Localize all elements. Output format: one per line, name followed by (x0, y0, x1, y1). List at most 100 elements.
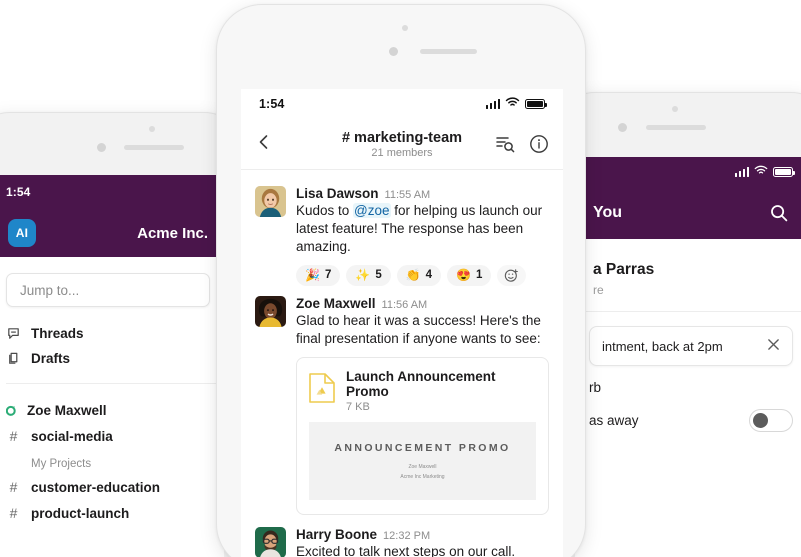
reaction-pill[interactable]: 🎉 7 (296, 264, 341, 286)
jump-to-input[interactable]: Jump to... (6, 273, 210, 307)
status-field-value: intment, back at 2pm (602, 338, 723, 354)
reaction-pill[interactable]: 👏 4 (396, 264, 442, 286)
reaction-emoji: 👏 (405, 268, 421, 283)
preview-title: ANNOUNCEMENT PROMO (334, 441, 511, 454)
battery-icon (525, 99, 548, 109)
channel-info-icon[interactable] (529, 134, 549, 154)
sidebar-item-zoe-maxwell[interactable]: z Zoe Maxwell (0, 398, 224, 423)
left-status-time: 1:54 (6, 185, 31, 199)
avatar[interactable] (255, 295, 286, 327)
file-size: 7 KB (346, 400, 370, 413)
avatar[interactable] (255, 186, 286, 217)
message-list: Lisa Dawson 11:55 AM Kudos to @zoe for h… (241, 170, 563, 557)
message-time: 12:32 PM (383, 529, 431, 542)
workspace-name: Acme Inc. (137, 224, 208, 242)
message-author[interactable]: Harry Boone (296, 527, 377, 542)
sensor-dot (149, 126, 155, 132)
message-item: Harry Boone 12:32 PM Excited to talk nex… (241, 519, 563, 557)
center-status-bar: 1:54 (241, 89, 563, 119)
status-icons (485, 97, 548, 111)
message-text: Glad to hear it was a success! Here's th… (296, 312, 541, 346)
right-page-title: You (593, 204, 623, 221)
profile-name: a Parras (593, 261, 655, 278)
sidebar-item-social-media[interactable]: # social-media (0, 423, 224, 449)
center-phone-device: 1:54 # marketing-team 21 members Lisa Da… (216, 4, 586, 557)
sidebar-item-customer-education[interactable]: # customer-education (0, 474, 224, 500)
user-mention[interactable]: @zoe (353, 203, 391, 218)
reaction-emoji: 😍 (456, 268, 472, 283)
screenshot-root: 1:54 AI Acme Inc. Jump to... Threads Dra… (0, 0, 801, 557)
message-body: Harry Boone 12:32 PM Excited to talk nex… (296, 527, 549, 557)
message-time: 11:55 AM (384, 189, 431, 201)
center-phone-screen: 1:54 # marketing-team 21 members Lisa Da… (241, 89, 563, 557)
file-attachment-card[interactable]: Launch Announcement Promo 7 KB ANNOUNCEM… (296, 356, 549, 515)
add-reaction-icon[interactable] (497, 264, 527, 286)
message-author[interactable]: Zoe Maxwell (296, 296, 376, 311)
speaker-grille (124, 145, 184, 150)
right-phone-screen: You a Parras re intment, back at 2pm rb … (575, 157, 801, 557)
slides-file-icon (309, 373, 335, 408)
message-item: Lisa Dawson 11:55 AM Kudos to @zoe for h… (241, 178, 563, 288)
drafts-icon (6, 351, 21, 366)
workspace-header: AI Acme Inc. (0, 209, 224, 257)
channel-search-icon[interactable] (495, 134, 515, 154)
reaction-count: 7 (324, 269, 332, 282)
battery-icon (773, 167, 796, 177)
signal-icon (734, 167, 749, 177)
divider (575, 311, 801, 312)
avatar[interactable] (255, 526, 286, 557)
camera-dot (389, 47, 398, 56)
speaker-grille (646, 125, 706, 130)
sidebar-item-threads[interactable]: Threads (0, 321, 224, 346)
signal-icon (485, 99, 500, 109)
status-field[interactable]: intment, back at 2pm (589, 326, 793, 366)
workspace-badge[interactable]: AI (8, 219, 36, 247)
hash-icon: # (9, 428, 18, 444)
message-author[interactable]: Lisa Dawson (296, 186, 379, 201)
file-preview[interactable]: ANNOUNCEMENT PROMO Zoe Maxwell Acme Inc … (309, 421, 536, 500)
jump-to-placeholder: Jump to... (20, 282, 80, 298)
profile-block: a Parras re (575, 239, 801, 311)
back-icon[interactable] (255, 133, 273, 156)
right-phone-header: You (575, 187, 801, 239)
sidebar-channels-section: z Zoe Maxwell # social-media My Projects… (0, 384, 224, 538)
sensor-dot (402, 25, 408, 31)
row-label: as away (589, 413, 639, 428)
speaker-grille (420, 49, 477, 54)
profile-subtitle: re (593, 283, 604, 297)
settings-row-notifications[interactable]: rb (575, 366, 801, 395)
threads-icon (6, 326, 21, 341)
sidebar-item-product-launch[interactable]: # product-launch (0, 500, 224, 526)
right-status-bar (575, 157, 801, 187)
sidebar-group-label: My Projects (31, 458, 92, 470)
reaction-emoji: 🎉 (305, 268, 320, 283)
wifi-icon (505, 97, 520, 111)
search-icon[interactable] (769, 203, 789, 223)
message-text: Kudos to @zoe for helping us launch our … (296, 202, 549, 256)
left-phone-screen: 1:54 AI Acme Inc. Jump to... Threads Dra… (0, 175, 224, 557)
file-attachment-meta: Launch Announcement Promo 7 KB (346, 369, 536, 413)
camera-dot (618, 123, 627, 132)
clear-icon[interactable] (767, 338, 780, 355)
reaction-pill[interactable]: 😍 1 (447, 264, 492, 286)
file-title: Launch Announcement Promo (346, 368, 496, 399)
row-label: rb (589, 380, 602, 395)
status-icons (734, 165, 796, 179)
sidebar-item-label: Threads (31, 326, 84, 341)
right-phone-device: You a Parras re intment, back at 2pm rb … (553, 92, 801, 557)
message-body: Lisa Dawson 11:55 AM Kudos to @zoe for h… (296, 186, 549, 286)
settings-row-set-away[interactable]: as away (575, 395, 801, 432)
message-body: Zoe Maxwell 11:56 AM Glad to hear it was… (296, 296, 549, 517)
sidebar-item-drafts[interactable]: Drafts (0, 346, 224, 371)
sidebar-item-label: product-launch (31, 505, 130, 521)
wifi-icon (754, 165, 768, 179)
message-item: Zoe Maxwell 11:56 AM Glad to hear it was… (241, 288, 563, 519)
reaction-count: 4 (425, 269, 433, 282)
away-toggle[interactable] (749, 409, 793, 432)
preview-subtitle-2: Acme Inc Marketing (400, 473, 445, 480)
message-text: Excited to talk next steps on our call. (296, 543, 516, 557)
header-actions (495, 134, 549, 154)
camera-dot (97, 143, 106, 152)
message-meta: Harry Boone 12:32 PM (296, 527, 549, 542)
reaction-pill[interactable]: ✨ 5 (346, 264, 391, 286)
